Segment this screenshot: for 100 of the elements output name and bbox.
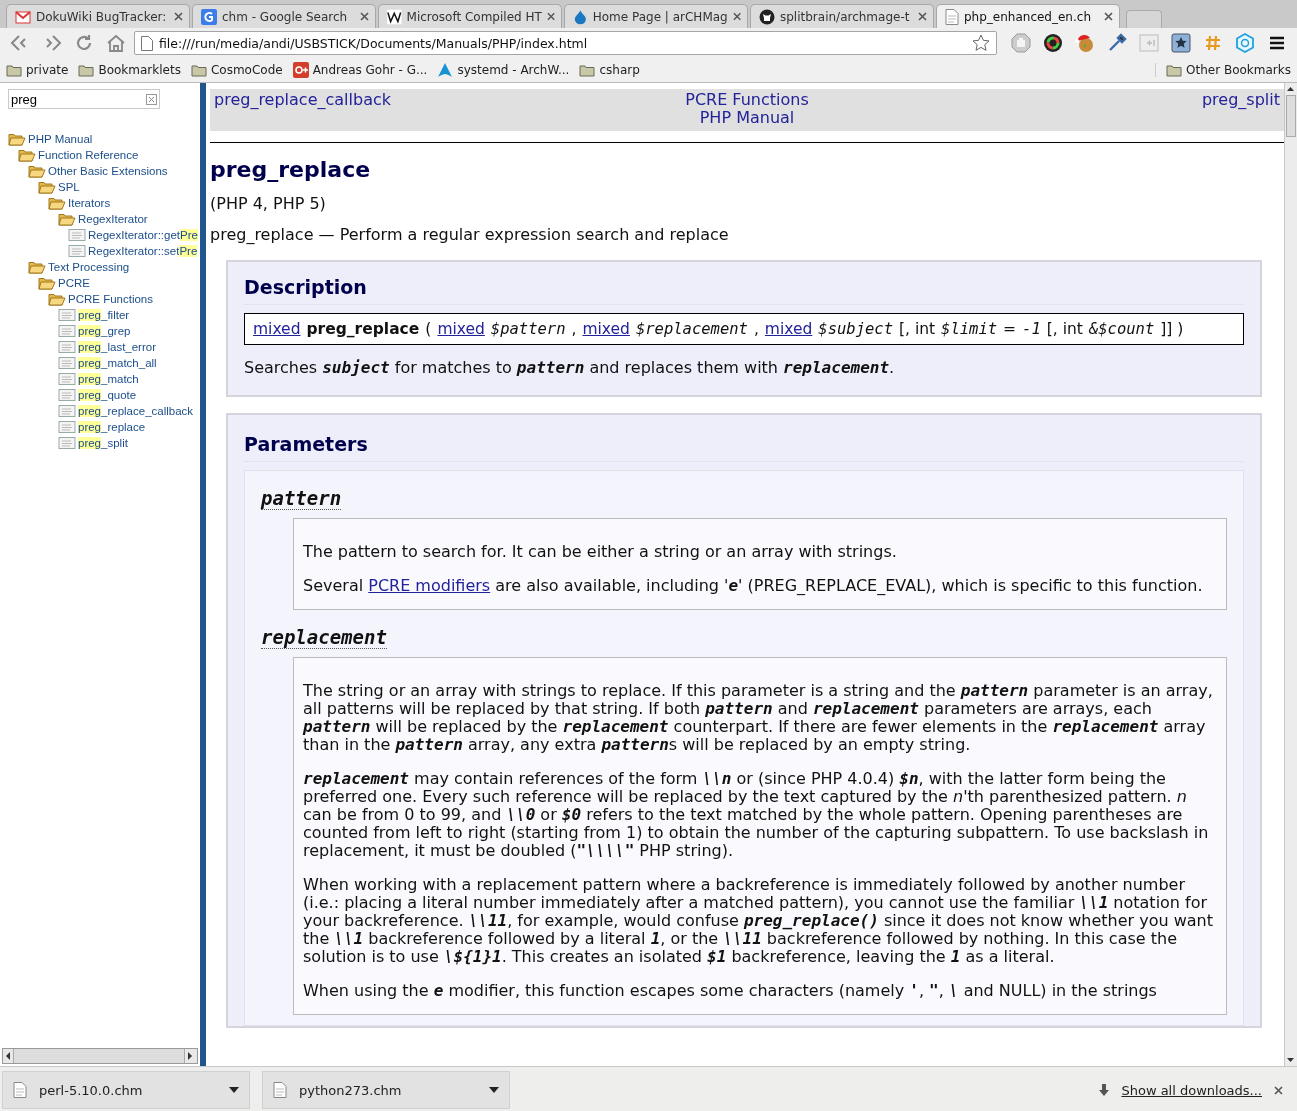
tree-item[interactable]: preg_quote: [78, 389, 137, 401]
tree-item[interactable]: preg_replace_callback: [78, 405, 194, 417]
tab-close-icon[interactable]: [360, 12, 369, 21]
folder-icon: [28, 164, 46, 178]
tab-close-icon[interactable]: [732, 12, 741, 21]
download-icon: [1099, 1084, 1110, 1096]
description-text: Searches subject for matches to pattern and replaces them with replacement.: [244, 359, 896, 377]
caret-icon[interactable]: [489, 1087, 499, 1093]
vertical-scrollbar[interactable]: [1284, 83, 1297, 1066]
page-icon: [945, 8, 959, 25]
page-icon: [13, 1082, 27, 1098]
tree-item[interactable]: PCRE: [58, 277, 90, 289]
type-link[interactable]: mixed: [764, 320, 813, 338]
bookmark[interactable]: Bookmarklets: [78, 63, 181, 77]
parameter-term: replacement: [261, 626, 387, 649]
folder-icon: [58, 212, 76, 226]
bookmark[interactable]: CosmoCode: [190, 63, 283, 77]
signature-text: (: [425, 320, 432, 338]
browser-tab[interactable]: Microsoft Compiled HT: [378, 4, 562, 28]
tree-item[interactable]: SPL: [58, 181, 80, 193]
tree-item[interactable]: preg_split: [78, 437, 128, 449]
tab-close-icon[interactable]: [174, 12, 183, 21]
tree-item[interactable]: preg_filter: [78, 309, 130, 321]
other-bookmarks[interactable]: Other Bookmarks: [1155, 63, 1291, 77]
tree-item[interactable]: RegexIterator::setPre: [88, 245, 198, 257]
browser-tab[interactable]: Home Page | arCHMag: [564, 4, 748, 28]
search-field[interactable]: preg: [8, 89, 160, 109]
tab-close-icon[interactable]: [1104, 12, 1113, 21]
bookmark[interactable]: csharp: [579, 63, 640, 77]
caret-icon[interactable]: [229, 1087, 239, 1093]
function-purpose: preg_replace — Perform a regular expression search and replace: [210, 226, 730, 244]
tree-item[interactable]: RegexIterator::getPre: [88, 229, 198, 241]
paragraph: Several PCRE modifiers are also available, including 'e' (PREG_REPLACE_EVAL), which is specific to this function.: [303, 577, 1204, 595]
signature-text: ,: [753, 320, 759, 338]
bookmark[interactable]: private: [6, 63, 69, 77]
drop-icon: [573, 8, 588, 25]
parameter-name: -1: [1022, 320, 1041, 338]
horizontal-scrollbar[interactable]: [2, 1048, 198, 1064]
w-logo-icon: [387, 8, 402, 25]
scrollbar-thumb[interactable]: [1286, 95, 1296, 137]
clear-icon[interactable]: [146, 93, 157, 105]
show-all-downloads-link[interactable]: Show all downloads...: [1121, 1082, 1262, 1098]
type-link[interactable]: mixed: [582, 320, 630, 338]
tree-item[interactable]: RegexIterator: [78, 213, 148, 225]
folder-icon: [78, 63, 95, 77]
link[interactable]: PCRE modifiers: [368, 576, 491, 595]
tree-item[interactable]: PCRE Functions: [68, 293, 153, 305]
tree-item[interactable]: preg_grep: [78, 325, 131, 337]
tree-item[interactable]: Function Reference: [38, 149, 139, 161]
signature-text: [, int: [1046, 320, 1083, 338]
close-icon[interactable]: [1274, 1085, 1283, 1095]
next-page-link[interactable]: preg_split: [1201, 90, 1280, 109]
home-page-link[interactable]: PHP Manual: [699, 109, 795, 127]
tree-item[interactable]: Other Basic Extensions: [48, 165, 168, 177]
section-heading: Description: [244, 276, 1244, 305]
tree-item[interactable]: Text Processing: [48, 261, 130, 273]
parameter-name: $limit: [941, 320, 998, 338]
download-item[interactable]: python273.chm: [262, 1071, 510, 1109]
address-bar[interactable]: file:///run/media/andi/USBSTICK/Documents/Manuals/PHP/index.html: [134, 31, 997, 55]
paragraph: The pattern to search for. It can be either a string or an array with strings.: [303, 543, 898, 561]
browser-tab[interactable]: DokuWiki BugTracker:: [6, 4, 190, 28]
download-item[interactable]: perl-5.10.0.chm: [2, 1071, 250, 1109]
bookmark[interactable]: Andreas Gohr - G...: [292, 62, 428, 78]
previous-page-link[interactable]: preg_replace_callback: [214, 90, 391, 109]
page-icon: [273, 1082, 287, 1098]
tree-item[interactable]: preg_match: [78, 373, 139, 385]
tree-item[interactable]: Iterators: [68, 197, 111, 209]
folder-icon: [579, 63, 596, 77]
page-icon: [58, 437, 76, 449]
tree-item[interactable]: preg_match_all: [78, 357, 157, 369]
page-title: preg_replace: [210, 157, 372, 182]
paragraph: When working with a replacement pattern where a backreference is immediately followed by another number (i.e.: placing a literal number immediately after a matched pattern), you cannot use the familiar \\1 notation for your backreference. \\11, for example, would confuse preg_replace() since it does not know whether you want the \\1 backreference followed by a literal 1, or the \\11 backreference followed by nothing. In this case the solution is to use \${1}1. This creates an isolated $1 backreference, leaving the 1 as a literal.: [303, 876, 1214, 966]
tree-item[interactable]: PHP Manual: [28, 133, 93, 145]
tab-close-icon[interactable]: [918, 12, 927, 21]
tree-item[interactable]: preg_replace: [78, 421, 146, 433]
parameter-name: &$count: [1088, 320, 1155, 338]
parameter-name: $replacement: [635, 320, 748, 338]
page-icon: [141, 35, 153, 51]
browser-tab[interactable]: splitbrain/archmage-t: [750, 4, 934, 28]
browser-tab[interactable]: php_enhanced_en.ch: [936, 4, 1120, 28]
tree-item[interactable]: preg_last_error: [78, 341, 156, 353]
page-icon: [68, 229, 86, 241]
browser-tab[interactable]: chm - Google Search: [192, 4, 376, 28]
signature-text: ,: [571, 320, 577, 338]
tab-close-icon[interactable]: [546, 12, 555, 21]
signature-text: [, int: [899, 320, 936, 338]
bookmark[interactable]: systemd - ArchW...: [437, 62, 570, 78]
folder-icon: [6, 63, 22, 77]
reload-icon: [75, 34, 93, 52]
type-link[interactable]: mixed: [253, 320, 301, 338]
folder-icon: [48, 292, 66, 306]
star-icon[interactable]: [972, 34, 990, 52]
parameter-term: pattern: [261, 487, 342, 510]
parent-page-link[interactable]: PCRE Functions: [685, 91, 809, 109]
paragraph: The string or an array with strings to replace. If this parameter is a string and the pattern parameter is an array, all patterns will be replaced by that string. If both pattern and replacement parameters are arrays, each pattern will be replaced by the replacement counterpart. If there are fewer elements in the replacement array than in the pattern array, any extra patterns will be replaced by an empty string.: [303, 682, 1214, 754]
type-link[interactable]: mixed: [437, 320, 485, 338]
page-icon: [58, 357, 76, 369]
page-icon: [58, 341, 76, 353]
folder-icon: [190, 63, 207, 77]
folder-icon: [8, 132, 26, 146]
